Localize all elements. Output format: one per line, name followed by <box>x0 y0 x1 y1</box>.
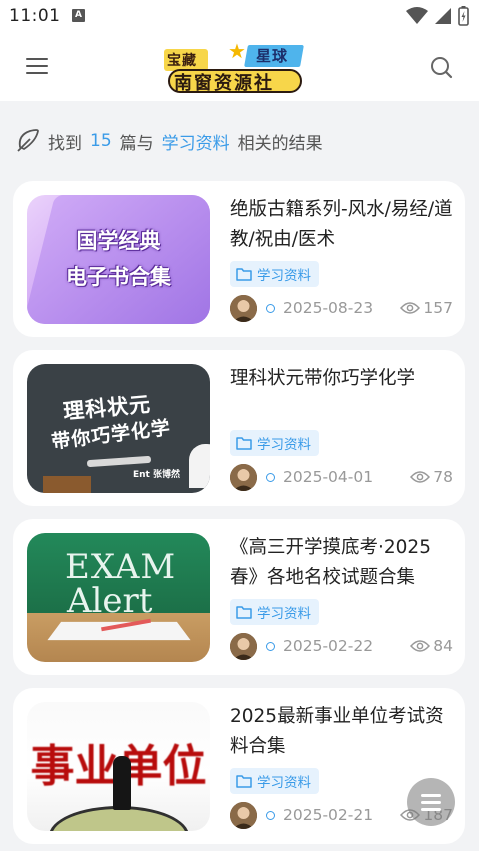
article-title[interactable]: 绝版古籍系列-风水/易经/道教/祝由/医术 <box>230 195 458 255</box>
thumbnail-text: Alert <box>67 581 153 621</box>
wifi-icon <box>406 7 428 24</box>
article-title[interactable]: 《高三开学摸底考·2025春》各地名校试题合集 <box>230 533 458 593</box>
logo-top-left-text: 宝藏 <box>167 53 197 69</box>
status-time: 11:01 <box>9 6 61 26</box>
battery-icon <box>458 6 469 26</box>
article-card[interactable]: EXAM Alert 《高三开学摸底考·2025春》各地名校试题合集 学习资料 … <box>13 519 465 675</box>
view-count-value: 157 <box>423 299 453 317</box>
folder-icon <box>236 606 252 619</box>
logo-main-text: 南窗资源社 <box>174 73 274 94</box>
summary-suffix: 相关的结果 <box>237 133 323 154</box>
folder-icon <box>236 437 252 450</box>
article-meta: 2025-02-22 84 <box>230 633 458 661</box>
search-button[interactable] <box>430 56 454 80</box>
clock-icon <box>266 473 275 482</box>
summary-middle: 篇与 <box>119 133 154 154</box>
category-tag[interactable]: 学习资料 <box>230 261 319 287</box>
site-logo[interactable]: 宝藏 ★ 星球 南窗资源社 <box>164 39 306 95</box>
view-count-value: 84 <box>433 637 453 655</box>
article-thumbnail[interactable]: 国学经典 电子书合集 <box>27 195 210 324</box>
avatar[interactable] <box>230 802 257 829</box>
signal-icon <box>435 8 451 24</box>
article-thumbnail[interactable]: 事业单位 <box>27 702 210 831</box>
logo-star-icon: ★ <box>228 39 246 63</box>
search-icon <box>431 57 453 79</box>
category-tag[interactable]: 学习资料 <box>230 768 319 794</box>
publish-date: 2025-02-21 <box>283 806 374 824</box>
category-tag[interactable]: 学习资料 <box>230 599 319 625</box>
feather-icon <box>17 129 39 152</box>
summary-prefix: 找到 <box>48 133 82 154</box>
article-card[interactable]: 理科状元 带你巧学化学 Ent 张博然 理科状元带你巧学化学 学习资料 2025… <box>13 350 465 506</box>
thumbnail-text: Ent 张博然 <box>133 470 180 480</box>
view-count: 84 <box>410 637 453 655</box>
eye-icon <box>410 471 431 483</box>
avatar[interactable] <box>230 633 257 660</box>
article-meta: 2025-08-23 157 <box>230 295 458 323</box>
result-count: 15 <box>90 131 112 151</box>
floating-menu-button[interactable] <box>407 778 455 826</box>
menu-button[interactable] <box>24 54 52 80</box>
avatar[interactable] <box>230 295 257 322</box>
category-tag-label: 学习资料 <box>257 775 311 791</box>
category-tag-label: 学习资料 <box>257 268 311 284</box>
search-result-summary: 找到 15 篇与 学习资料 相关的结果 <box>14 126 323 156</box>
search-keyword: 学习资料 <box>161 133 230 154</box>
eye-icon <box>410 640 431 652</box>
article-title[interactable]: 2025最新事业单位考试资料合集 <box>230 702 458 762</box>
view-count: 78 <box>410 468 453 486</box>
article-meta: 2025-04-01 78 <box>230 464 458 492</box>
publish-date: 2025-02-22 <box>283 637 374 655</box>
folder-icon <box>236 775 252 788</box>
publish-date: 2025-04-01 <box>283 468 374 486</box>
app-header: 宝藏 ★ 星球 南窗资源社 <box>0 34 479 101</box>
view-count: 157 <box>400 299 453 317</box>
article-thumbnail[interactable]: 理科状元 带你巧学化学 Ent 张博然 <box>27 364 210 493</box>
eye-icon <box>400 302 421 314</box>
category-tag[interactable]: 学习资料 <box>230 430 319 456</box>
article-title[interactable]: 理科状元带你巧学化学 <box>230 364 458 394</box>
avatar[interactable] <box>230 464 257 491</box>
status-icons <box>406 6 469 26</box>
category-tag-label: 学习资料 <box>257 606 311 622</box>
thumbnail-text: 国学经典 <box>76 229 161 253</box>
thumbnail-text: 电子书合集 <box>66 265 171 289</box>
notification-a-icon: A <box>72 9 85 22</box>
clock-icon <box>266 642 275 651</box>
clock-icon <box>266 811 275 820</box>
view-count-value: 78 <box>433 468 453 486</box>
publish-date: 2025-08-23 <box>283 299 374 317</box>
category-tag-label: 学习资料 <box>257 437 311 453</box>
logo-top-right-text: 星球 <box>256 47 289 65</box>
article-card[interactable]: 国学经典 电子书合集 绝版古籍系列-风水/易经/道教/祝由/医术 学习资料 20… <box>13 181 465 337</box>
article-card[interactable]: 事业单位 2025最新事业单位考试资料合集 学习资料 2025-02-21 18… <box>13 688 465 844</box>
clock-icon <box>266 304 275 313</box>
article-thumbnail[interactable]: EXAM Alert <box>27 533 210 662</box>
status-bar: 11:01 A <box>0 0 479 34</box>
folder-icon <box>236 268 252 281</box>
